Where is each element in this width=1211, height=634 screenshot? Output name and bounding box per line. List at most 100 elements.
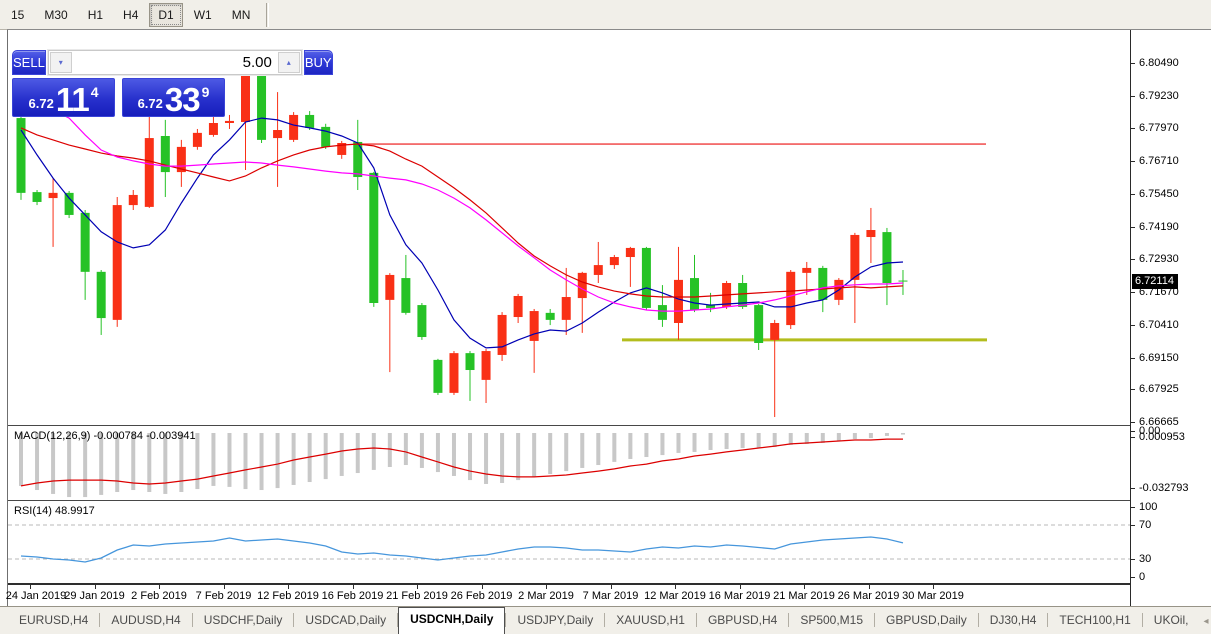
macd-histogram-bar bbox=[276, 433, 280, 488]
volume-increase-button[interactable]: ▴ bbox=[278, 52, 300, 73]
candle-body[interactable] bbox=[866, 230, 875, 237]
tab-dj30-h4[interactable]: DJ30,H4 bbox=[979, 608, 1048, 634]
macd-histogram-bar bbox=[837, 433, 841, 441]
timeframe-button-m30[interactable]: M30 bbox=[35, 3, 76, 27]
tab-usdchf-daily[interactable]: USDCHF,Daily bbox=[193, 608, 294, 634]
timeframe-button-h4[interactable]: H4 bbox=[114, 3, 147, 27]
candle-body[interactable] bbox=[898, 281, 907, 282]
macd-histogram-bar bbox=[468, 433, 472, 480]
sell-price-pip-digit: 4 bbox=[91, 84, 99, 100]
buy-price-panel[interactable]: 6.72 33 9 bbox=[122, 78, 225, 117]
candle-body[interactable] bbox=[562, 297, 571, 320]
tab-gbpusd-h4[interactable]: GBPUSD,H4 bbox=[697, 608, 788, 634]
toolbar-separator bbox=[266, 3, 269, 27]
date-tick bbox=[288, 585, 289, 589]
candle-body[interactable] bbox=[754, 305, 763, 343]
tab-usdcnh-daily[interactable]: USDCNH,Daily bbox=[398, 607, 505, 634]
candle-body[interactable] bbox=[642, 248, 651, 308]
macd-histogram-bar bbox=[67, 433, 71, 497]
tab-xauusd-h1[interactable]: XAUUSD,H1 bbox=[605, 608, 696, 634]
candle-body[interactable] bbox=[225, 121, 234, 123]
price-axis-label: 6.67925 bbox=[1139, 383, 1179, 395]
macd-histogram-bar bbox=[741, 433, 745, 448]
candle-body[interactable] bbox=[882, 232, 891, 283]
candle-body[interactable] bbox=[113, 205, 122, 320]
tab-gbpusd-daily[interactable]: GBPUSD,Daily bbox=[875, 608, 978, 634]
candle-body[interactable] bbox=[81, 213, 90, 272]
candle-body[interactable] bbox=[626, 248, 635, 257]
candle-body[interactable] bbox=[273, 130, 282, 138]
candle-body[interactable] bbox=[241, 73, 250, 122]
candle-body[interactable] bbox=[498, 315, 507, 355]
date-tick bbox=[869, 585, 870, 589]
macd-histogram-bar bbox=[757, 433, 761, 448]
rsi-axis-label: 30 bbox=[1139, 553, 1151, 565]
candle-body[interactable] bbox=[305, 115, 314, 128]
candle-body[interactable] bbox=[466, 353, 475, 370]
buy-button[interactable]: BUY bbox=[304, 50, 333, 75]
date-tick bbox=[224, 585, 225, 589]
date-axis: 24 Jan 201929 Jan 20192 Feb 20197 Feb 20… bbox=[8, 583, 1130, 608]
sell-button[interactable]: SELL bbox=[12, 50, 46, 75]
price-axis-label: 6.72930 bbox=[1139, 253, 1179, 265]
candle-body[interactable] bbox=[369, 173, 378, 303]
candle-body[interactable] bbox=[433, 360, 442, 393]
tab-audusd-h4[interactable]: AUDUSD,H4 bbox=[100, 608, 191, 634]
candle-body[interactable] bbox=[690, 278, 699, 310]
current-price-tag: 6.72114 bbox=[1132, 274, 1178, 289]
candle-body[interactable] bbox=[97, 272, 106, 318]
candle-body[interactable] bbox=[594, 265, 603, 275]
candle-body[interactable] bbox=[850, 235, 859, 280]
candle-body[interactable] bbox=[770, 323, 779, 340]
rsi-panel[interactable] bbox=[8, 503, 1130, 583]
macd-histogram-bar bbox=[452, 433, 456, 476]
tab-usdjpy-daily[interactable]: USDJPY,Daily bbox=[506, 608, 604, 634]
candle-body[interactable] bbox=[786, 272, 795, 325]
candle-body[interactable] bbox=[818, 268, 827, 300]
candle-body[interactable] bbox=[145, 138, 154, 207]
timeframe-button-15[interactable]: 15 bbox=[2, 3, 33, 27]
candle-body[interactable] bbox=[49, 193, 58, 198]
candle-body[interactable] bbox=[209, 123, 218, 135]
candle-body[interactable] bbox=[674, 280, 683, 323]
candle-body[interactable] bbox=[546, 313, 555, 320]
axis-tick bbox=[1131, 161, 1135, 162]
date-label: 26 Mar 2019 bbox=[838, 590, 900, 602]
candle-body[interactable] bbox=[417, 305, 426, 337]
candle-body[interactable] bbox=[65, 193, 74, 215]
candle-body[interactable] bbox=[129, 195, 138, 205]
timeframe-button-h1[interactable]: H1 bbox=[79, 3, 112, 27]
macd-histogram-bar bbox=[99, 433, 103, 495]
candle-body[interactable] bbox=[802, 268, 811, 273]
timeframe-button-mn[interactable]: MN bbox=[223, 3, 260, 27]
candle-body[interactable] bbox=[482, 351, 491, 380]
date-tick bbox=[611, 585, 612, 589]
price-axis-label: 6.75450 bbox=[1139, 188, 1179, 200]
tab-eurusd-h4[interactable]: EURUSD,H4 bbox=[8, 608, 99, 634]
rsi-axis-label: 70 bbox=[1139, 519, 1151, 531]
sell-price-panel[interactable]: 6.72 11 4 bbox=[12, 78, 115, 117]
candle-body[interactable] bbox=[33, 192, 42, 202]
macd-histogram-bar bbox=[709, 433, 713, 450]
timeframe-button-d1[interactable]: D1 bbox=[149, 3, 182, 27]
axis-tick bbox=[1131, 507, 1135, 508]
volume-input[interactable] bbox=[73, 51, 277, 74]
candle-body[interactable] bbox=[610, 257, 619, 265]
candle-body[interactable] bbox=[401, 278, 410, 313]
candle-body[interactable] bbox=[257, 73, 266, 140]
timeframe-button-w1[interactable]: W1 bbox=[185, 3, 221, 27]
tab-sp500-m15[interactable]: SP500,M15 bbox=[789, 608, 874, 634]
volume-decrease-button[interactable]: ▾ bbox=[50, 52, 72, 73]
candle-body[interactable] bbox=[193, 133, 202, 147]
tab-scroll-left-icon[interactable]: ◂ bbox=[1203, 616, 1208, 627]
tab-ukoil[interactable]: UKOil, bbox=[1143, 608, 1200, 634]
candle-body[interactable] bbox=[449, 353, 458, 393]
tab-tech100-h1[interactable]: TECH100,H1 bbox=[1048, 608, 1141, 634]
candle-body[interactable] bbox=[578, 273, 587, 298]
tab-usdcad-daily[interactable]: USDCAD,Daily bbox=[294, 608, 397, 634]
candle-body[interactable] bbox=[385, 275, 394, 300]
candle-body[interactable] bbox=[530, 311, 539, 341]
candle-body[interactable] bbox=[514, 296, 523, 317]
candle-body[interactable] bbox=[289, 115, 298, 140]
candle-body[interactable] bbox=[658, 305, 667, 320]
